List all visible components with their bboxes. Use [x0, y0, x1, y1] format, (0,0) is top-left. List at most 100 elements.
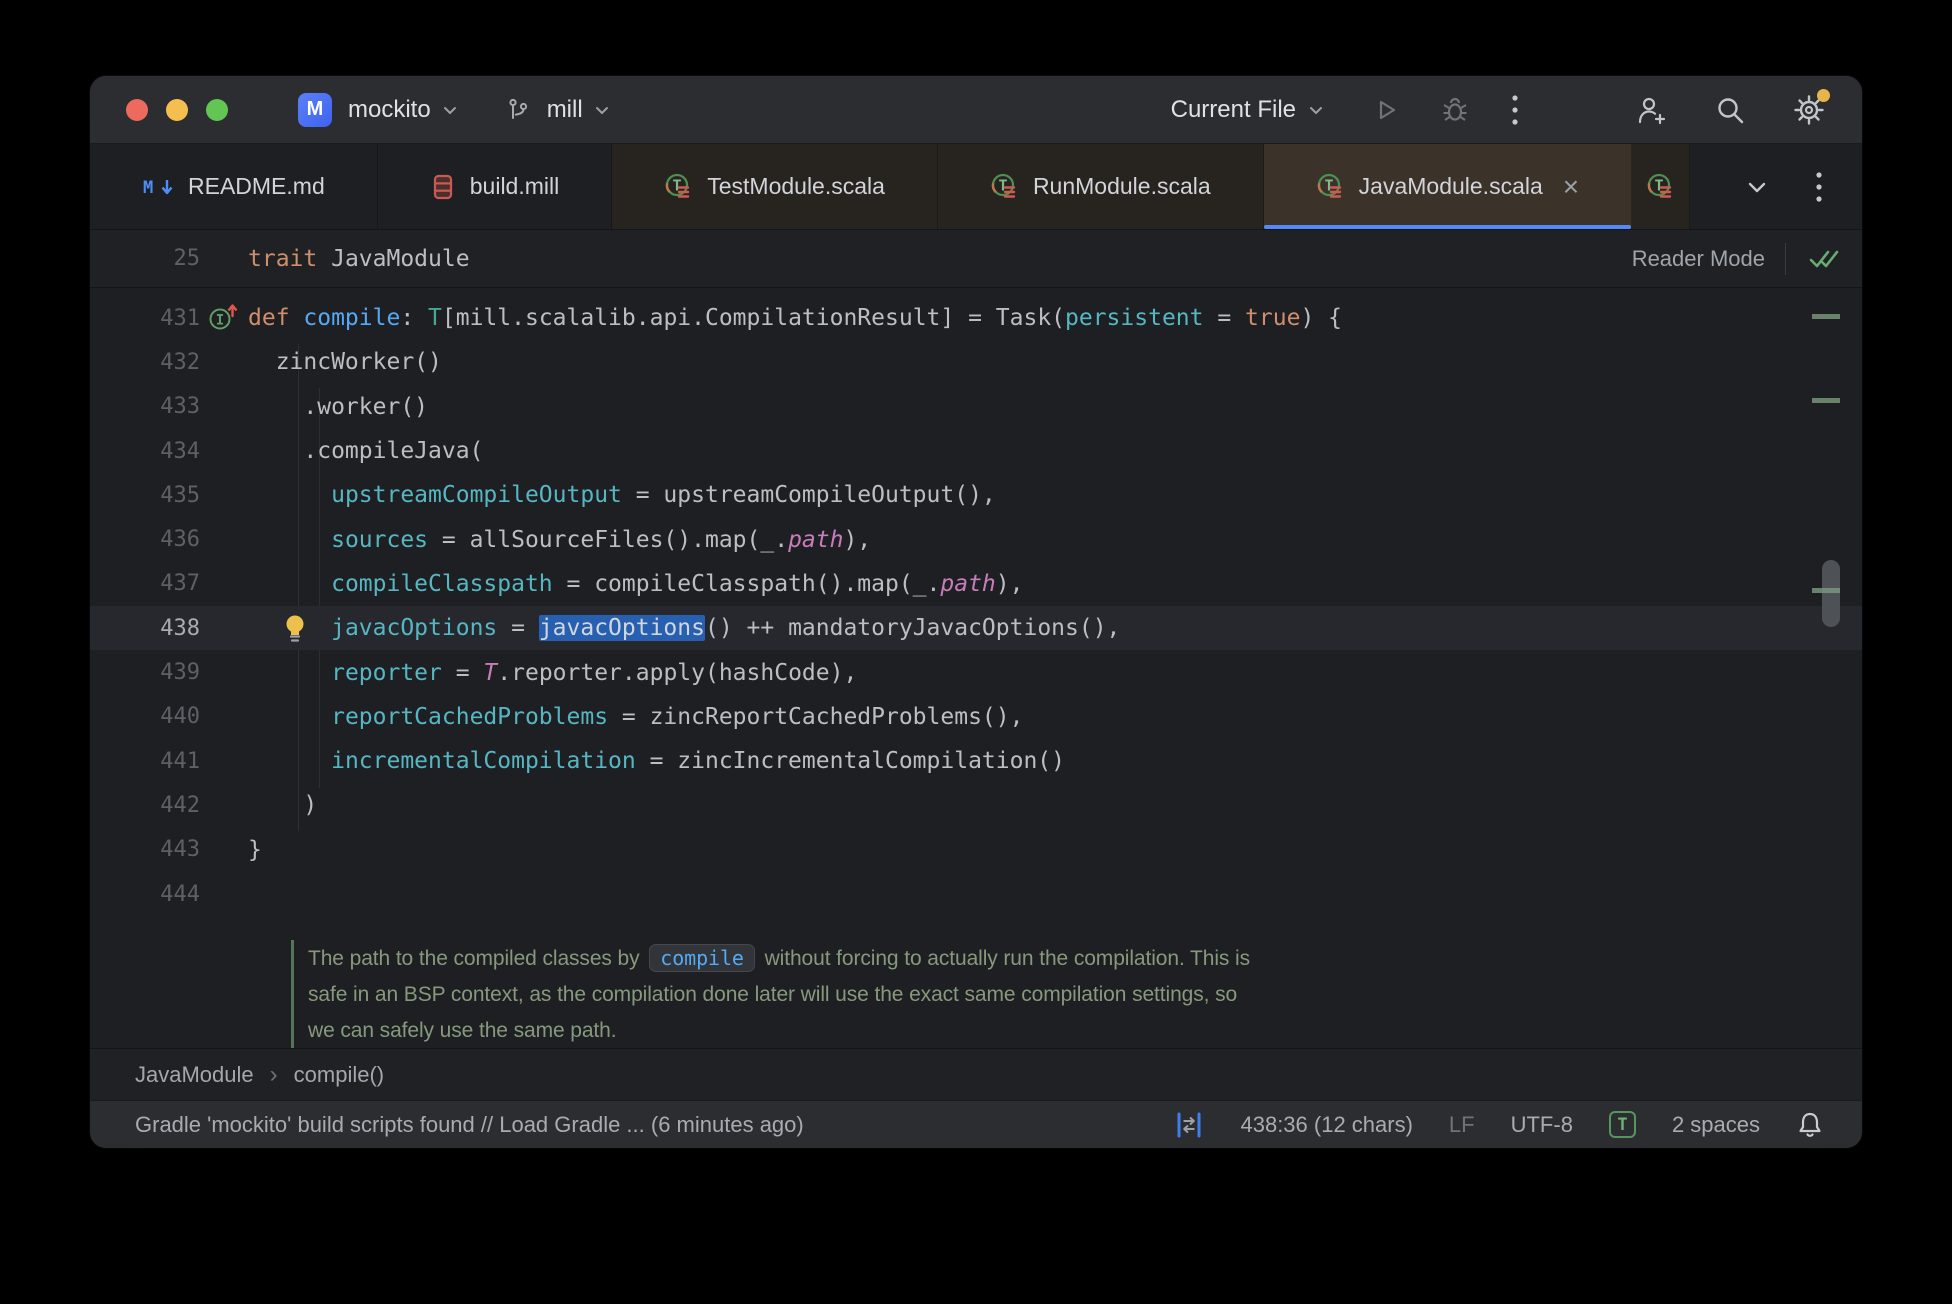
code-line-440[interactable]: 440 reportCachedProblems = zincReportCac…: [90, 695, 1862, 739]
hidden-tabs-chevron-button[interactable]: [1742, 172, 1772, 202]
file-encoding[interactable]: UTF-8: [1511, 1112, 1573, 1138]
project-icon: M: [298, 92, 332, 127]
tab-options-button[interactable]: [1814, 170, 1824, 204]
double-check-icon[interactable]: [1806, 245, 1846, 273]
notification-dot: [1817, 88, 1830, 102]
more-actions-button[interactable]: [1510, 93, 1520, 127]
line-number: 434: [160, 438, 200, 464]
sticky-line-number: 25: [173, 246, 201, 271]
breadcrumb-separator: ›: [269, 1060, 278, 1088]
doc-line: The path to the compiled classes by comp…: [308, 944, 1251, 973]
line-number: 440: [160, 704, 200, 730]
intention-lightbulb-icon[interactable]: [282, 613, 308, 644]
indent-setting[interactable]: 2 spaces: [1672, 1112, 1760, 1138]
title-bar: M mockito mill Current File: [90, 76, 1862, 144]
code-line-434[interactable]: 434 .compileJava(: [90, 429, 1862, 473]
tab-label: JavaModule.scala: [1358, 173, 1543, 199]
doc-line: safe in an BSP context, as the compilati…: [308, 983, 1238, 1007]
rendered-doc-comment: The path to the compiled classes by comp…: [291, 940, 1862, 1048]
tab-label: README.md: [188, 173, 325, 199]
line-number: 439: [160, 660, 200, 686]
line-number: 437: [160, 571, 200, 597]
line-number: 431: [160, 305, 200, 331]
chevron-down-icon: [591, 99, 613, 121]
tab-testmodule-scala[interactable]: T TestModule.scala: [612, 144, 938, 229]
line-number: 443: [160, 837, 200, 863]
debug-button[interactable]: [1440, 95, 1470, 125]
project-widget[interactable]: M mockito: [298, 92, 461, 127]
sync-arrows-icon[interactable]: [1174, 1111, 1204, 1139]
code-text: sources = allSourceFiles().map(_.path),: [331, 526, 872, 553]
line-separator[interactable]: LF: [1449, 1112, 1475, 1138]
scala-trait-icon: T: [990, 172, 1019, 201]
tab-javamodule-scala[interactable]: T JavaModule.scala ×: [1263, 144, 1633, 229]
code-line-439[interactable]: 439 reporter = T.reporter.apply(hashCode…: [90, 650, 1862, 694]
code-line-431[interactable]: 431 Idef compile: T[mill.scalalib.api.Com…: [90, 296, 1862, 340]
search-everywhere-button[interactable]: [1714, 94, 1746, 126]
notifications-bell-icon[interactable]: [1796, 1110, 1824, 1140]
scala-trait-icon: T: [664, 172, 693, 201]
line-number: 433: [160, 394, 200, 420]
breadcrumb-item[interactable]: compile(): [294, 1062, 384, 1088]
breadcrumb-item[interactable]: JavaModule: [135, 1062, 254, 1088]
maximize-window-button[interactable]: [206, 98, 228, 121]
error-stripe-mark[interactable]: [1812, 588, 1840, 593]
run-button[interactable]: [1372, 96, 1400, 124]
run-configuration-selector[interactable]: Current File: [1171, 96, 1328, 124]
code-with-me-button[interactable]: [1636, 94, 1668, 126]
code-line-438[interactable]: 438 javacOptions = javacOptions() ++ man…: [90, 606, 1862, 651]
editor-tab-bar: M README.md build.mill T TestModule.scala T Ru…: [90, 144, 1862, 230]
code-text: reportCachedProblems = zincReportCachedP…: [331, 703, 1024, 730]
tab-runmodule-scala[interactable]: T RunModule.scala: [937, 144, 1264, 229]
code-line-436[interactable]: 436 sources = allSourceFiles().map(_.pat…: [90, 517, 1862, 561]
code-text: ): [248, 792, 318, 819]
code-line-442[interactable]: 442 ): [90, 783, 1862, 827]
doc-line: we can safely use the same path.: [308, 1019, 617, 1043]
tab-overflow[interactable]: T: [1632, 144, 1691, 229]
tab-label: RunModule.scala: [1032, 173, 1211, 199]
sticky-code: trait JavaModule: [248, 245, 470, 272]
caret-position[interactable]: 438:36 (12 chars): [1240, 1112, 1412, 1138]
sticky-header-line[interactable]: 25 trait JavaModule Reader Mode: [90, 230, 1862, 288]
line-number: 432: [160, 349, 200, 375]
code-line-435[interactable]: 435 upstreamCompileOutput = upstreamComp…: [90, 473, 1862, 517]
scrollbar-thumb[interactable]: [1822, 560, 1840, 627]
status-message[interactable]: Gradle 'mockito' build scripts found // …: [135, 1112, 804, 1138]
line-number: 444: [160, 881, 200, 907]
run-configuration-label: Current File: [1170, 95, 1296, 123]
mill-file-icon: [430, 173, 456, 201]
settings-button[interactable]: [1792, 88, 1830, 127]
code-line-433[interactable]: 433 .worker(): [90, 385, 1862, 429]
code-line-444[interactable]: 444: [90, 872, 1862, 916]
error-stripe-mark[interactable]: [1812, 314, 1840, 319]
code-line-432[interactable]: 432 zincWorker(): [90, 340, 1862, 384]
vcs-widget[interactable]: mill: [505, 96, 613, 124]
code-text: }: [248, 836, 262, 863]
code-text: zincWorker(): [248, 349, 442, 376]
line-number: 441: [160, 748, 200, 774]
code-line-441[interactable]: 441 incrementalCompilation = zincIncreme…: [90, 739, 1862, 783]
minimize-window-button[interactable]: [166, 98, 188, 121]
line-number: 436: [160, 527, 200, 553]
type-annotation-badge[interactable]: T: [1608, 1111, 1636, 1138]
tab-label: TestModule.scala: [707, 173, 885, 199]
override-indicator-icon[interactable]: I: [200, 302, 248, 334]
tab-readme-md[interactable]: M README.md: [90, 144, 378, 229]
chevron-down-icon: [439, 99, 461, 121]
chevron-down-icon: [1304, 98, 1328, 122]
reader-mode-label[interactable]: Reader Mode: [1632, 246, 1765, 272]
line-number: 438: [160, 615, 200, 641]
project-name: mockito: [348, 95, 431, 123]
close-tab-icon[interactable]: ×: [1563, 172, 1579, 201]
code-text: .compileJava(: [248, 438, 484, 465]
code-text: compileClasspath = compileClasspath().ma…: [331, 570, 1024, 597]
inline-code-chip[interactable]: compile: [649, 944, 755, 973]
code-editor[interactable]: 431 Idef compile: T[mill.scalalib.api.Com…: [90, 288, 1862, 1048]
tab-build-mill[interactable]: build.mill: [378, 144, 613, 229]
close-window-button[interactable]: [126, 98, 148, 121]
traffic-lights: [126, 98, 228, 121]
scala-trait-icon: T: [1646, 172, 1675, 201]
error-stripe-mark[interactable]: [1812, 398, 1840, 403]
code-line-437[interactable]: 437 compileClasspath = compileClasspath(…: [90, 562, 1862, 606]
code-line-443[interactable]: 443}: [90, 828, 1862, 872]
